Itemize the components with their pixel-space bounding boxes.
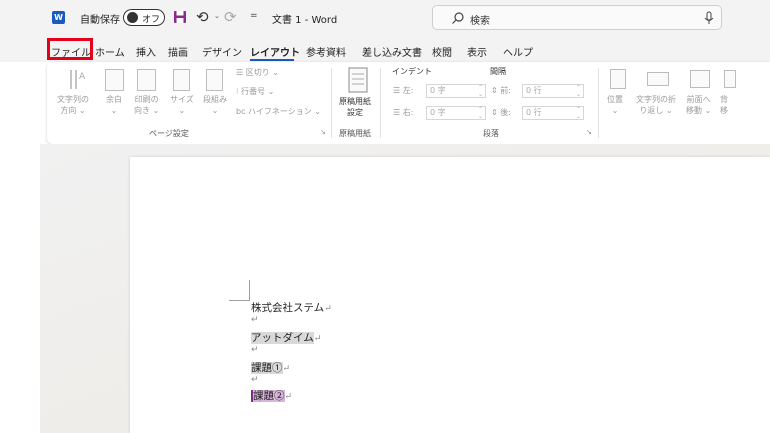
document-paragraph[interactable]: 株式会社ステム↵ [251,300,332,315]
file-tab-highlight-box [47,38,93,60]
customize-quick-access-icon[interactable]: = [250,11,258,21]
tab-layout[interactable]: レイアウト [250,44,300,59]
undo-icon[interactable]: ⟲ [196,8,209,26]
columns-button[interactable]: 段組み ⌄ [203,94,227,116]
spinner-arrows-icon[interactable]: ⌃ ⌄ [478,84,483,98]
space-before-icon: ⇕ [491,86,501,95]
tab-help[interactable]: ヘルプ [503,44,533,59]
autosave-toggle[interactable]: オフ [123,9,165,26]
save-icon[interactable] [173,10,187,24]
text-direction-button[interactable]: 文字列の 方向 ⌄ [57,94,89,116]
manuscript-group-label: 原稿用紙 [339,129,371,138]
orientation-icon [137,69,156,91]
document-paragraph[interactable]: アットダイム↵ [251,330,321,345]
margin-guide-horizontal [229,300,250,301]
tab-review[interactable]: 校閲 [432,44,452,59]
margin-guide-vertical [249,280,250,300]
microphone-icon[interactable] [703,11,715,25]
ribbon-separator [380,68,381,138]
position-button[interactable]: 位置 ⌄ [607,94,623,116]
breaks-icon: ☰ [236,68,246,77]
tab-references[interactable]: 参考資料 [306,44,346,59]
empty-paragraph-mark[interactable]: ↵ [251,375,259,385]
document-page[interactable] [130,157,770,433]
indent-left-label: ☰ 左: [393,86,414,95]
undo-dropdown-icon[interactable]: ⌄ [214,12,220,20]
spacing-heading: 間隔 [490,67,506,76]
line-numbers-button[interactable]: ⁝ 行番号 ⌄ [236,86,274,97]
indent-right-label: ☰ 右: [393,108,414,117]
redo-icon[interactable]: ⟳ [224,8,237,26]
bring-forward-button[interactable]: 前面へ 移動 ⌄ [686,94,711,116]
title-bar: W 自動保存 オフ ⟲ ⌄ ⟳ = 文書 1 - Word 検索 [0,0,770,36]
ribbon-separator [598,68,599,138]
paragraph-group-label: 段落 [483,129,499,138]
ribbon-tab-bar: ファイル ホーム 挿入 描画 デザイン レイアウト 参考資料 差し込み文書 校閲… [0,36,770,62]
size-icon [173,69,190,91]
search-icon [452,12,464,24]
wrap-text-button[interactable]: 文字列の折 り返し ⌄ [636,94,676,116]
space-after-icon: ⇕ [491,108,501,117]
indent-right-icon: ☰ [393,108,403,117]
wrap-text-icon [647,72,669,86]
tab-design[interactable]: デザイン [202,44,242,59]
autosave-label: 自動保存 [80,15,120,26]
hyphenation-button[interactable]: bc ハイフネーション ⌄ [236,106,321,117]
page-setup-group-label: ページ設定 [149,129,189,138]
active-tab-indicator [250,59,294,61]
hyphenation-icon: bc [236,107,249,116]
paragraph-launcher-icon[interactable]: ↘ [586,128,592,136]
empty-paragraph-mark[interactable]: ↵ [251,345,259,355]
tab-view[interactable]: 表示 [467,44,487,59]
indent-left-input[interactable]: 0 字 [426,84,486,98]
search-box[interactable]: 検索 [432,5,722,30]
spinner-arrows-icon[interactable]: ⌃ ⌄ [576,106,581,120]
document-paragraph-selected[interactable]: 課題②↵ [251,388,292,403]
tab-insert[interactable]: 挿入 [136,44,156,59]
margins-icon [105,69,124,91]
indent-right-input[interactable]: 0 字 [426,106,486,120]
manuscript-settings-button[interactable]: 原稿用紙 設定 [339,96,371,118]
space-after-input[interactable]: 0 行 [522,106,584,120]
orientation-button[interactable]: 印刷の 向き ⌄ [134,94,159,116]
margins-button[interactable]: 余白 ⌄ [106,94,122,116]
ribbon-separator [331,68,332,138]
send-backward-button[interactable]: 背 移 [720,94,728,116]
indent-left-icon: ☰ [393,86,403,95]
breaks-button[interactable]: ☰ 区切り ⌄ [236,67,279,78]
search-placeholder: 検索 [470,16,490,27]
columns-icon [206,69,223,91]
space-before-label: ⇕ 前: [491,86,511,95]
text-direction-icon: A [70,70,86,89]
tab-home[interactable]: ホーム [95,44,125,59]
space-before-input[interactable]: 0 行 [522,84,584,98]
svg-text:A: A [79,72,86,82]
document-title: 文書 1 - Word [272,15,338,26]
indent-heading: インデント [392,67,432,76]
word-app-icon[interactable]: W [52,11,65,24]
tab-mailings[interactable]: 差し込み文書 [362,44,422,59]
document-paragraph[interactable]: 課題①↵ [251,360,290,375]
position-icon [610,69,626,89]
space-after-label: ⇕ 後: [491,108,511,117]
page-setup-launcher-icon[interactable]: ↘ [320,128,326,136]
spinner-arrows-icon[interactable]: ⌃ ⌄ [576,84,581,98]
manuscript-paper-icon [348,67,368,93]
tab-draw[interactable]: 描画 [168,44,188,59]
send-backward-icon [724,70,736,88]
toggle-knob [127,12,138,23]
spinner-arrows-icon[interactable]: ⌃ ⌄ [478,106,483,120]
empty-paragraph-mark[interactable]: ↵ [251,315,259,325]
autosave-state: オフ [142,15,161,25]
size-button[interactable]: サイズ ⌄ [170,94,194,116]
bring-forward-icon [690,70,710,88]
